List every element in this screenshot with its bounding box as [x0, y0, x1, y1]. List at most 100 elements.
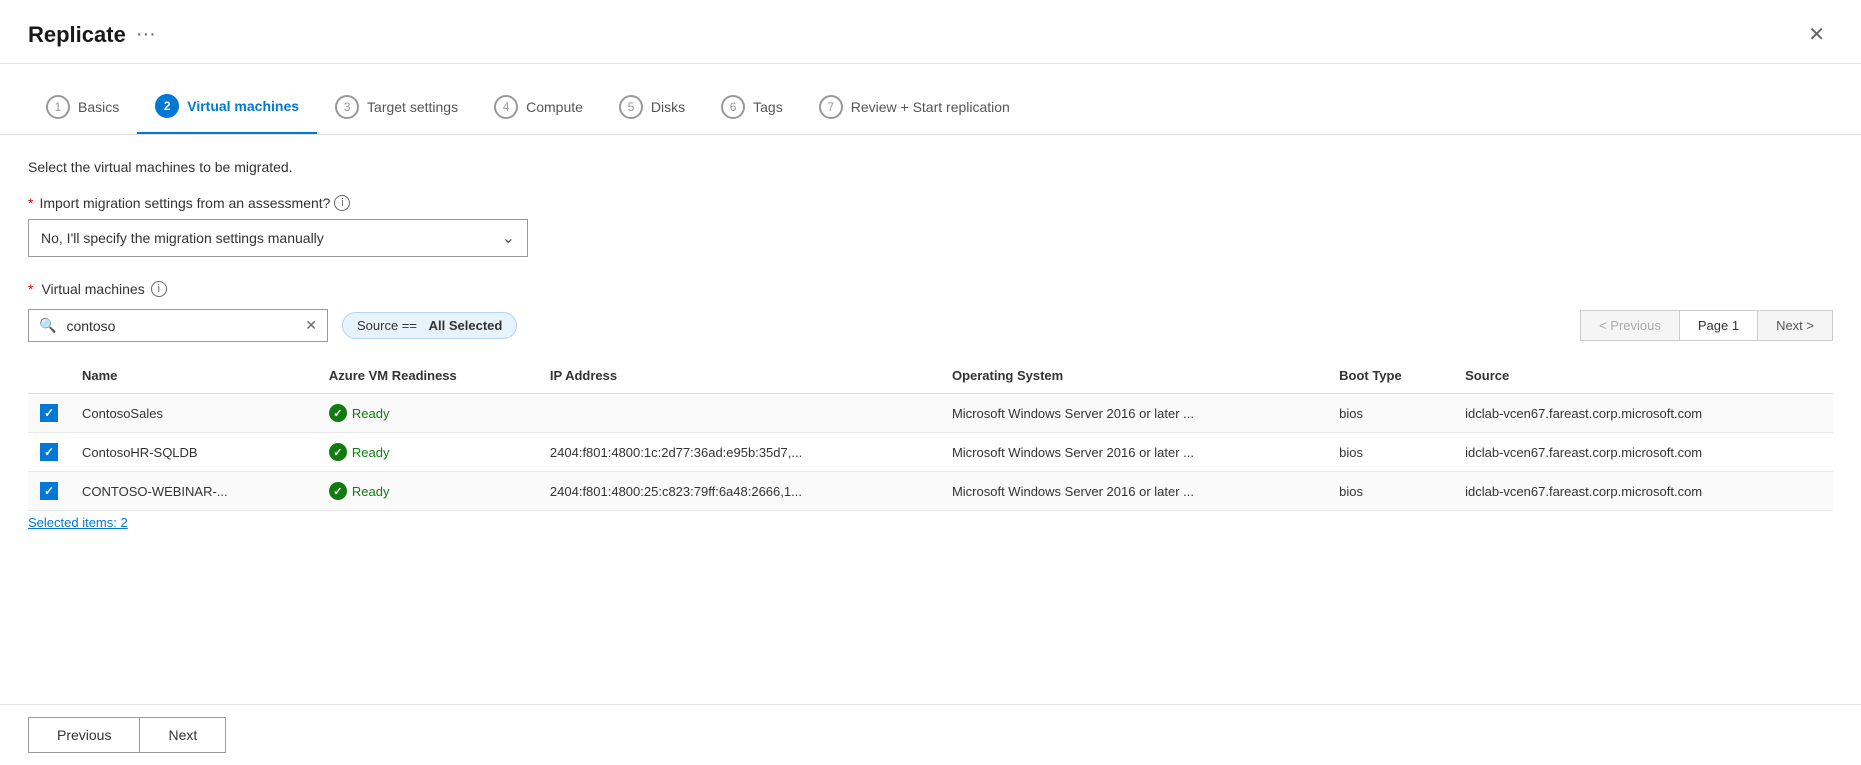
check-icon: ✓: [44, 445, 54, 459]
row-readiness: ✓ Ready: [317, 394, 538, 433]
search-input[interactable]: [66, 312, 295, 340]
readiness-text: Ready: [352, 484, 390, 499]
vm-section: * Virtual machines i 🔍 ✕ Source == All S…: [28, 281, 1833, 530]
check-icon: ✓: [44, 484, 54, 498]
ready-icon: ✓: [329, 443, 347, 461]
row-source: idclab-vcen67.fareast.corp.microsoft.com: [1453, 433, 1833, 472]
checkbox-2[interactable]: ✓: [40, 482, 58, 500]
assessment-label-text: Import migration settings from an assess…: [39, 195, 330, 211]
dropdown-arrow-icon: ⌄: [502, 228, 515, 248]
step-6-circle: 6: [721, 95, 745, 119]
row-boot: bios: [1327, 433, 1453, 472]
row-readiness: ✓ Ready: [317, 472, 538, 511]
checkbox-1[interactable]: ✓: [40, 443, 58, 461]
step-compute[interactable]: 4 Compute: [476, 83, 601, 133]
vm-table: Name Azure VM Readiness IP Address Opera…: [28, 358, 1833, 511]
step-tags[interactable]: 6 Tags: [703, 83, 801, 133]
row-checkbox-cell[interactable]: ✓: [28, 394, 70, 433]
row-os: Microsoft Windows Server 2016 or later .…: [940, 433, 1327, 472]
ready-icon: ✓: [329, 404, 347, 422]
step-basics[interactable]: 1 Basics: [28, 83, 137, 133]
row-ip: 2404:f801:4800:25:c823:79ff:6a48:2666,1.…: [538, 472, 940, 511]
step-disks[interactable]: 5 Disks: [601, 83, 703, 133]
row-name: ContosoHR-SQLDB: [70, 433, 317, 472]
col-header-name: Name: [70, 358, 317, 394]
close-button[interactable]: ✕: [1800, 18, 1833, 51]
step-review[interactable]: 7 Review + Start replication: [801, 83, 1028, 133]
checkbox-0[interactable]: ✓: [40, 404, 58, 422]
table-header-row: Name Azure VM Readiness IP Address Opera…: [28, 358, 1833, 394]
replicate-dialog: Replicate ··· ✕ 1 Basics 2 Virtual machi…: [0, 0, 1861, 765]
step-7-label: Review + Start replication: [851, 99, 1010, 115]
vm-label-text: Virtual machines: [41, 281, 144, 297]
assessment-info-icon[interactable]: i: [334, 195, 350, 211]
title-area: Replicate ···: [28, 22, 156, 48]
vm-controls: 🔍 ✕ Source == All Selected < Previous Pa…: [28, 309, 1833, 342]
main-content: Select the virtual machines to be migrat…: [0, 135, 1861, 704]
step-1-circle: 1: [46, 95, 70, 119]
step-6-label: Tags: [753, 99, 783, 115]
step-1-label: Basics: [78, 99, 119, 115]
wizard-steps: 1 Basics 2 Virtual machines 3 Target set…: [0, 64, 1861, 135]
step-target-settings[interactable]: 3 Target settings: [317, 83, 476, 133]
col-header-ip: IP Address: [538, 358, 940, 394]
row-boot: bios: [1327, 394, 1453, 433]
previous-page-button[interactable]: < Previous: [1580, 310, 1680, 341]
search-icon: 🔍: [29, 310, 66, 341]
step-7-circle: 7: [819, 95, 843, 119]
assessment-dropdown[interactable]: No, I'll specify the migration settings …: [28, 219, 528, 257]
filter-prefix: Source ==: [357, 318, 417, 333]
row-boot: bios: [1327, 472, 1453, 511]
more-options-icon[interactable]: ···: [136, 23, 156, 46]
footer-next-button[interactable]: Next: [139, 717, 226, 753]
readiness-badge: ✓ Ready: [329, 443, 526, 461]
vm-required-star: *: [28, 281, 33, 297]
page-number: Page 1: [1680, 310, 1757, 341]
footer: Previous Next: [0, 704, 1861, 765]
ready-icon: ✓: [329, 482, 347, 500]
readiness-badge: ✓ Ready: [329, 482, 526, 500]
readiness-text: Ready: [352, 406, 390, 421]
col-header-os: Operating System: [940, 358, 1327, 394]
row-source: idclab-vcen67.fareast.corp.microsoft.com: [1453, 394, 1833, 433]
readiness-text: Ready: [352, 445, 390, 460]
row-os: Microsoft Windows Server 2016 or later .…: [940, 472, 1327, 511]
row-checkbox-cell[interactable]: ✓: [28, 472, 70, 511]
step-virtual-machines[interactable]: 2 Virtual machines: [137, 82, 317, 134]
next-page-button[interactable]: Next >: [1757, 310, 1833, 341]
row-name: CONTOSO-WEBINAR-...: [70, 472, 317, 511]
row-checkbox-cell[interactable]: ✓: [28, 433, 70, 472]
readiness-badge: ✓ Ready: [329, 404, 526, 422]
search-box: 🔍 ✕: [28, 309, 328, 342]
col-header-readiness: Azure VM Readiness: [317, 358, 538, 394]
row-readiness: ✓ Ready: [317, 433, 538, 472]
step-4-circle: 4: [494, 95, 518, 119]
required-star: *: [28, 195, 33, 211]
dialog-title: Replicate: [28, 22, 126, 48]
step-3-circle: 3: [335, 95, 359, 119]
selected-items-link[interactable]: Selected items: 2: [28, 515, 1833, 530]
filter-badge[interactable]: Source == All Selected: [342, 312, 517, 339]
check-icon: ✓: [44, 406, 54, 420]
row-name: ContosoSales: [70, 394, 317, 433]
vm-section-label: * Virtual machines i: [28, 281, 1833, 297]
vm-table-body: ✓ ContosoSales ✓ Ready Microsoft Windows…: [28, 394, 1833, 511]
row-source: idclab-vcen67.fareast.corp.microsoft.com: [1453, 472, 1833, 511]
pagination: < Previous Page 1 Next >: [1580, 310, 1833, 341]
step-5-circle: 5: [619, 95, 643, 119]
table-row: ✓ CONTOSO-WEBINAR-... ✓ Ready 2404:f801:…: [28, 472, 1833, 511]
section-description: Select the virtual machines to be migrat…: [28, 159, 1833, 175]
row-ip: 2404:f801:4800:1c:2d77:36ad:e95b:35d7,..…: [538, 433, 940, 472]
step-3-label: Target settings: [367, 99, 458, 115]
search-clear-icon[interactable]: ✕: [295, 310, 327, 341]
col-header-checkbox: [28, 358, 70, 394]
assessment-field-label: * Import migration settings from an asse…: [28, 195, 1833, 211]
table-row: ✓ ContosoSales ✓ Ready Microsoft Windows…: [28, 394, 1833, 433]
step-2-label: Virtual machines: [187, 98, 299, 114]
footer-previous-button[interactable]: Previous: [28, 717, 139, 753]
table-row: ✓ ContosoHR-SQLDB ✓ Ready 2404:f801:4800…: [28, 433, 1833, 472]
col-header-source: Source: [1453, 358, 1833, 394]
step-4-label: Compute: [526, 99, 583, 115]
step-2-circle: 2: [155, 94, 179, 118]
vm-info-icon[interactable]: i: [151, 281, 167, 297]
